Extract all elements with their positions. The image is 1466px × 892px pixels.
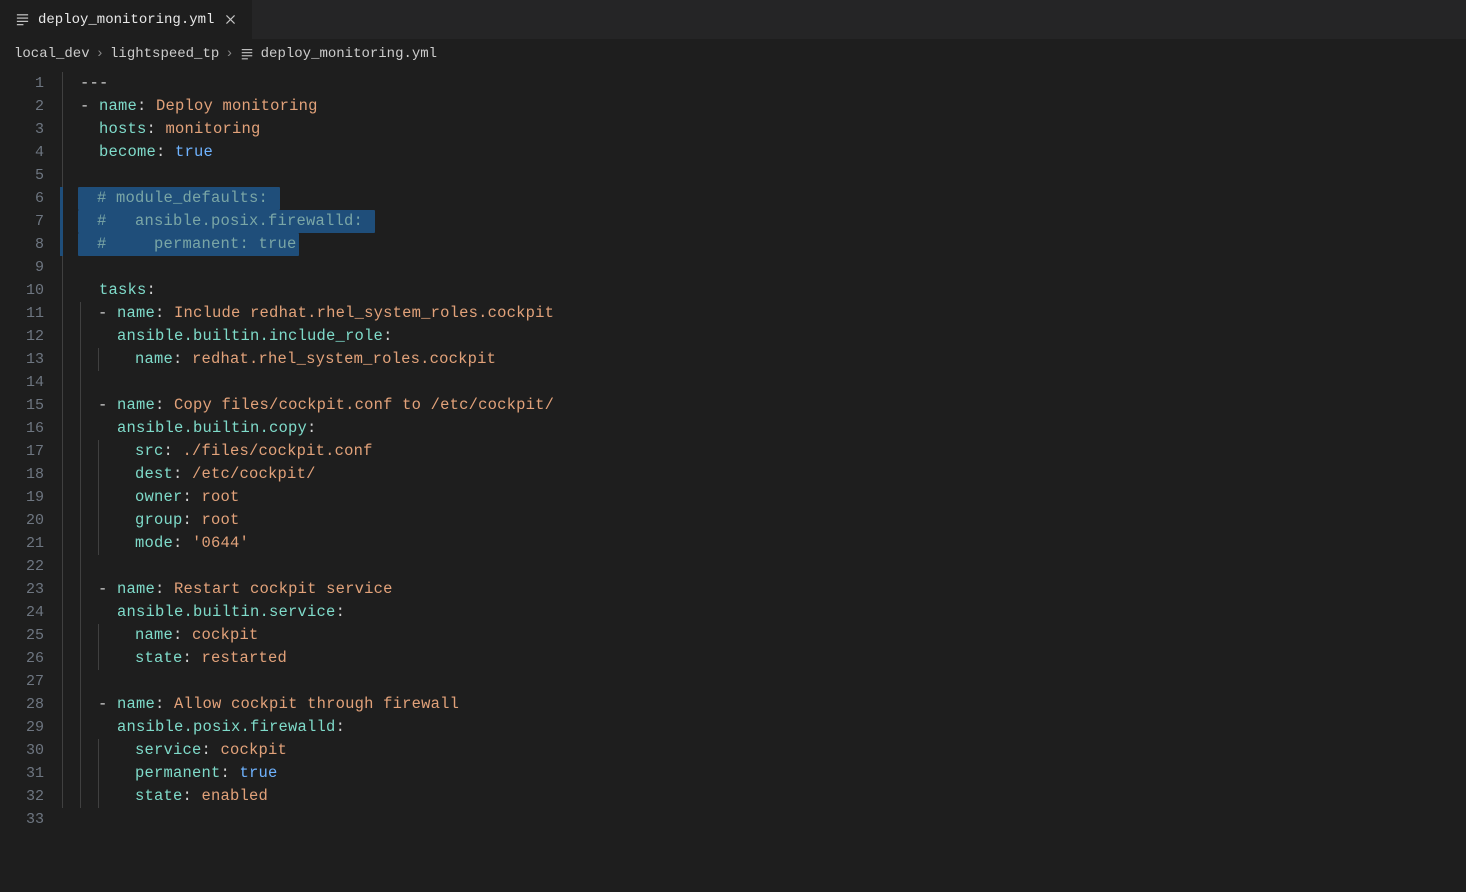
line-number: 29: [0, 716, 62, 739]
code-line[interactable]: 15 - name: Copy files/cockpit.conf to /e…: [0, 394, 1466, 417]
line-number: 19: [0, 486, 62, 509]
line-number: 2: [0, 95, 62, 118]
breadcrumb: local_dev › lightspeed_tp › deploy_monit…: [0, 40, 1466, 68]
code-line[interactable]: 31 permanent: true: [0, 762, 1466, 785]
code-line[interactable]: 1 ---: [0, 72, 1466, 95]
code-editor[interactable]: 1 --- 2 - name: Deploy monitoring 3 host…: [0, 68, 1466, 892]
line-number: 4: [0, 141, 62, 164]
code-line[interactable]: 2 - name: Deploy monitoring: [0, 95, 1466, 118]
line-number: 9: [0, 256, 62, 279]
line-number: 28: [0, 693, 62, 716]
line-number: 27: [0, 670, 62, 693]
line-number: 25: [0, 624, 62, 647]
code-line[interactable]: 7 # ansible.posix.firewalld:: [0, 210, 1466, 233]
tab-label: deploy_monitoring.yml: [38, 12, 214, 28]
line-number: 10: [0, 279, 62, 302]
code-line[interactable]: 24 ansible.builtin.service:: [0, 601, 1466, 624]
line-number: 15: [0, 394, 62, 417]
code-line[interactable]: 4 become: true: [0, 141, 1466, 164]
code-line[interactable]: 5: [0, 164, 1466, 187]
line-number: 30: [0, 739, 62, 762]
code-line[interactable]: 27: [0, 670, 1466, 693]
breadcrumb-segment[interactable]: lightspeed_tp: [110, 46, 219, 62]
line-number: 26: [0, 647, 62, 670]
line-number: 32: [0, 785, 62, 808]
breadcrumb-segment[interactable]: local_dev: [14, 46, 90, 62]
line-number: 18: [0, 463, 62, 486]
code-line[interactable]: 26 state: restarted: [0, 647, 1466, 670]
code-line[interactable]: 10 tasks:: [0, 279, 1466, 302]
code-line[interactable]: 6 # module_defaults:: [0, 187, 1466, 210]
line-number: 24: [0, 601, 62, 624]
code-line[interactable]: 8 # permanent: true: [0, 233, 1466, 256]
line-number: 22: [0, 555, 62, 578]
line-number: 14: [0, 371, 62, 394]
line-number: 1: [0, 72, 62, 95]
file-lines-icon: [240, 47, 255, 62]
breadcrumb-segment[interactable]: deploy_monitoring.yml: [240, 46, 437, 62]
code-line[interactable]: 22: [0, 555, 1466, 578]
line-number: 23: [0, 578, 62, 601]
line-number: 17: [0, 440, 62, 463]
code-line[interactable]: 19 owner: root: [0, 486, 1466, 509]
file-lines-icon: [14, 12, 30, 28]
code-line[interactable]: 13 name: redhat.rhel_system_roles.cockpi…: [0, 348, 1466, 371]
code-line[interactable]: 21 mode: '0644': [0, 532, 1466, 555]
line-number: 33: [0, 808, 62, 831]
code-line[interactable]: 23 - name: Restart cockpit service: [0, 578, 1466, 601]
tab-bar: deploy_monitoring.yml: [0, 0, 1466, 40]
code-line[interactable]: 28 - name: Allow cockpit through firewal…: [0, 693, 1466, 716]
line-number: 7: [0, 210, 62, 233]
line-number: 3: [0, 118, 62, 141]
code-line[interactable]: 33: [0, 808, 1466, 831]
line-number: 20: [0, 509, 62, 532]
line-number: 12: [0, 325, 62, 348]
code-line[interactable]: 25 name: cockpit: [0, 624, 1466, 647]
code-line[interactable]: 18 dest: /etc/cockpit/: [0, 463, 1466, 486]
chevron-right-icon: ›: [96, 46, 104, 62]
chevron-right-icon: ›: [225, 46, 233, 62]
line-number: 8: [0, 233, 62, 256]
code-line[interactable]: 29 ansible.posix.firewalld:: [0, 716, 1466, 739]
line-number: 21: [0, 532, 62, 555]
line-number: 11: [0, 302, 62, 325]
line-number: 6: [0, 187, 62, 210]
code-line[interactable]: 20 group: root: [0, 509, 1466, 532]
tab-deploy-monitoring[interactable]: deploy_monitoring.yml: [0, 0, 253, 39]
code-line[interactable]: 30 service: cockpit: [0, 739, 1466, 762]
line-number: 5: [0, 164, 62, 187]
code-line[interactable]: 9: [0, 256, 1466, 279]
code-line[interactable]: 11 - name: Include redhat.rhel_system_ro…: [0, 302, 1466, 325]
line-number: 16: [0, 417, 62, 440]
close-icon[interactable]: [222, 12, 238, 28]
line-number: 31: [0, 762, 62, 785]
code-line[interactable]: 17 src: ./files/cockpit.conf: [0, 440, 1466, 463]
breadcrumb-file-label: deploy_monitoring.yml: [261, 46, 437, 62]
code-line[interactable]: 16 ansible.builtin.copy:: [0, 417, 1466, 440]
code-line[interactable]: 3 hosts: monitoring: [0, 118, 1466, 141]
line-number: 13: [0, 348, 62, 371]
code-line[interactable]: 32 state: enabled: [0, 785, 1466, 808]
code-line[interactable]: 14: [0, 371, 1466, 394]
code-line[interactable]: 12 ansible.builtin.include_role:: [0, 325, 1466, 348]
